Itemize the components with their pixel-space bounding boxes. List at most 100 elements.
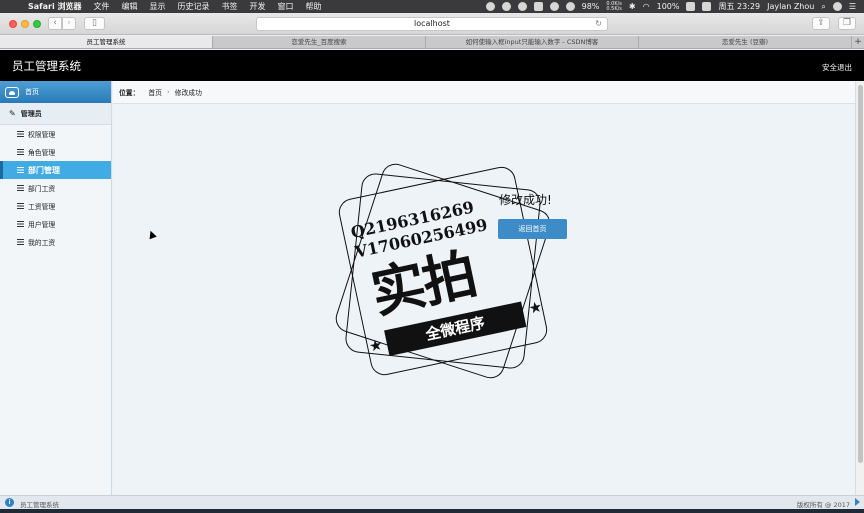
sidebar-item-label: 工资管理	[28, 203, 56, 211]
star-icon: ★	[367, 335, 385, 356]
list-icon	[17, 185, 24, 191]
sidebar-group-label: 管理员	[20, 109, 42, 118]
net-down: 0.5K/s	[606, 5, 622, 12]
zoom-window-button[interactable]	[33, 20, 41, 28]
tab-employee-system[interactable]: 员工管理系统	[0, 36, 213, 48]
breadcrumb-separator: ›	[166, 88, 170, 96]
app-header: 员工管理系统 安全退出	[0, 50, 864, 81]
sidebar-item-users[interactable]: 用户管理	[0, 215, 111, 233]
menu-history[interactable]: 历史记录	[172, 1, 216, 12]
watermark-title: 实拍	[365, 242, 481, 326]
sidebar-item-label: 我的工资	[28, 239, 56, 247]
url-text: localhost	[414, 19, 450, 28]
list-icon	[17, 149, 24, 155]
expand-arrow-icon[interactable]	[855, 498, 860, 506]
sidebar-item-permissions[interactable]: 权限管理	[0, 125, 111, 143]
network-speed: 0.0K/s 0.5K/s	[606, 1, 622, 12]
app-title: 员工管理系统	[12, 59, 81, 73]
reload-icon[interactable]: ↻	[595, 18, 602, 30]
address-bar[interactable]: localhost ↻	[256, 17, 608, 31]
new-tab-button[interactable]: +	[852, 36, 864, 48]
sidebar-item-label: 角色管理	[28, 149, 56, 157]
battery-icon[interactable]	[686, 2, 696, 11]
menu-window[interactable]: 窗口	[272, 1, 300, 12]
show-tabs-icon[interactable]: ❐	[838, 17, 856, 30]
browser-toolbar: ‹ › ▯ localhost ↻ ⇪ ❐	[0, 13, 864, 35]
cpu-usage: 98%	[581, 2, 600, 11]
record-icon[interactable]	[485, 2, 495, 11]
list-icon	[17, 131, 24, 137]
minimize-window-button[interactable]	[21, 20, 29, 28]
stamp-content: Q2196316269 V17060256499 实拍 全微程序 ★ ★	[324, 152, 561, 389]
clock[interactable]: 周五 23:29	[718, 1, 760, 12]
list-icon	[17, 239, 24, 245]
menu-develop[interactable]: 开发	[244, 1, 272, 12]
footer-title: 员工管理系统	[20, 501, 59, 509]
battery-percent: 100%	[656, 2, 680, 11]
breadcrumb-home[interactable]: 首页	[148, 87, 162, 97]
menu-bookmarks[interactable]: 书签	[216, 1, 244, 12]
close-window-button[interactable]	[9, 20, 17, 28]
sidebar-home-label: 首页	[25, 88, 39, 96]
sidebar-item-salary[interactable]: 工资管理	[0, 197, 111, 215]
macos-menubar: Safari 浏览器 文件 编辑 显示 历史记录 书签 开发 窗口 帮助 98%…	[0, 0, 864, 13]
sidebar-item-label: 部门管理	[28, 165, 60, 175]
scrollbar-thumb[interactable]	[858, 85, 863, 463]
breadcrumb-current: 修改成功	[174, 89, 202, 97]
share-icon[interactable]: ⇪	[812, 17, 830, 30]
menu-app-name[interactable]: Safari 浏览器	[22, 1, 88, 12]
sidebar-item-label: 权限管理	[28, 131, 56, 139]
wifi-icon[interactable]: ◠	[643, 2, 650, 11]
breadcrumb: 位置： 首页 › 修改成功	[113, 81, 855, 104]
sidebar-item-department-salary[interactable]: 部门工资	[0, 179, 111, 197]
footer-copyright: 版权所有 @ 2017	[796, 501, 850, 509]
sidebar-item-label: 部门工资	[28, 185, 56, 193]
menu-edit[interactable]: 编辑	[116, 1, 144, 12]
breadcrumb-label: 位置：	[119, 89, 140, 97]
sidebar-toggle-icon[interactable]: ▯	[84, 17, 105, 30]
tab-bar: 员工管理系统 恋爱先生_百度搜索 如何使输入框input只能输入数字 - CSD…	[0, 36, 864, 49]
qq-icon[interactable]	[501, 2, 511, 11]
menu-help[interactable]: 帮助	[300, 1, 328, 12]
tab-baidu-search[interactable]: 恋爱先生_百度搜索	[213, 36, 426, 48]
watermark-stamp: Q2196316269 V17060256499 实拍 全微程序 ★ ★	[313, 141, 573, 401]
list-icon	[17, 203, 24, 209]
page-scrollbar[interactable]	[855, 81, 864, 495]
list-icon	[17, 167, 24, 173]
back-button[interactable]: ‹	[48, 17, 62, 30]
menu-file[interactable]: 文件	[88, 1, 116, 12]
clipboard-icon[interactable]	[533, 2, 543, 11]
info-icon: i	[5, 498, 14, 507]
siri-icon[interactable]	[832, 2, 842, 11]
sidebar-item-my-salary[interactable]: 我的工资	[0, 233, 111, 251]
cpu-icon[interactable]	[565, 2, 575, 11]
logout-link[interactable]: 安全退出	[822, 62, 852, 73]
sidebar-item-departments[interactable]: 部门管理	[0, 161, 111, 179]
tab-csdn[interactable]: 如何使输入框input只能输入数字 - CSDN博客	[426, 36, 639, 48]
wechat-icon[interactable]	[517, 2, 527, 11]
tab-douban[interactable]: 恋爱先生 (豆瓣)	[639, 36, 852, 48]
bluetooth-icon[interactable]: ✱	[629, 2, 636, 11]
cloud-icon	[5, 86, 19, 98]
figure-icon[interactable]	[549, 2, 559, 11]
star-icon: ★	[526, 297, 544, 318]
user-name[interactable]: Jaylan Zhou	[767, 2, 814, 11]
success-message: 修改成功!	[499, 193, 552, 207]
edit-icon: ✎	[9, 109, 16, 118]
dock-edge	[0, 509, 864, 513]
sidebar-item-roles[interactable]: 角色管理	[0, 143, 111, 161]
menubar-status-area: 98% 0.0K/s 0.5K/s ✱ ◠ 100% 周五 23:29 Jayla…	[485, 1, 864, 12]
sogou-icon[interactable]	[702, 2, 712, 11]
sidebar-group-admin[interactable]: ✎ 管理员	[0, 103, 111, 125]
main-content: 位置： 首页 › 修改成功 Q2196316269 V17060256499 实…	[113, 81, 855, 495]
sidebar-home[interactable]: 首页	[0, 81, 111, 103]
sidebar-item-label: 用户管理	[28, 221, 56, 229]
forward-button[interactable]: ›	[62, 17, 76, 30]
app-footer: i 员工管理系统 版权所有 @ 2017	[0, 495, 864, 509]
menu-view[interactable]: 显示	[144, 1, 172, 12]
sidebar: 首页 ✎ 管理员 权限管理 角色管理 部门管理 部门工资 工资管理 用户管理 我…	[0, 81, 112, 495]
notification-center-icon[interactable]: ☰	[849, 2, 856, 11]
spotlight-icon[interactable]: ⌕	[821, 2, 825, 12]
back-home-button[interactable]: 返回首页	[498, 219, 567, 239]
list-icon	[17, 221, 24, 227]
